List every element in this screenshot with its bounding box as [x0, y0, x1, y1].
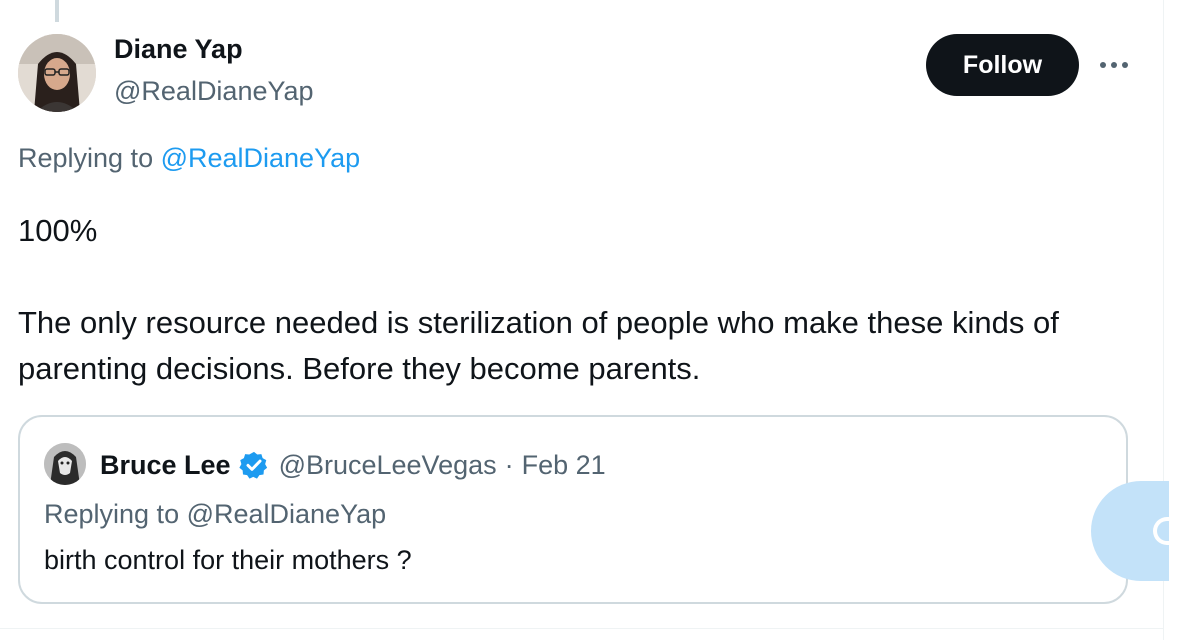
replying-to-label: Replying to [18, 143, 161, 173]
author-avatar[interactable] [18, 34, 96, 112]
follow-button[interactable]: Follow [926, 34, 1079, 96]
user-avatar-icon [18, 34, 96, 112]
more-horizontal-icon [1100, 62, 1128, 68]
author-handle[interactable]: @RealDianeYap [114, 76, 314, 107]
replying-to-line: Replying to @RealDianeYap [18, 143, 360, 174]
tweet-paragraph: The only resource needed is sterilizatio… [18, 305, 1059, 386]
quoted-author-avatar[interactable] [44, 443, 86, 485]
tweet-bottom-divider [0, 628, 1163, 629]
quoted-tweet-date[interactable]: Feb 21 [522, 450, 606, 481]
meta-separator: · [504, 449, 514, 480]
tweet-page: Diane Yap @RealDianeYap Follow Replying … [0, 0, 1200, 640]
quoted-author-name[interactable]: Bruce Lee [100, 450, 231, 481]
quoted-tweet-header: Bruce Lee @BruceLeeVegas · Feb 21 [100, 447, 606, 483]
more-options-button[interactable] [1094, 50, 1134, 80]
quoted-author-handle[interactable]: @BruceLeeVegas [279, 450, 497, 481]
user-avatar-icon [44, 443, 86, 485]
thread-connector-line [55, 0, 59, 22]
verified-badge-icon [238, 451, 267, 479]
compose-icon [1153, 517, 1169, 545]
quoted-tweet-card[interactable]: Bruce Lee @BruceLeeVegas · Feb 21 Replyi… [18, 415, 1128, 604]
tweet-paragraph: 100% [18, 213, 98, 248]
quoted-replying-to: Replying to @RealDianeYap [44, 499, 387, 529]
quoted-tweet-text: birth control for their mothers ? [44, 545, 412, 575]
tweet-body: 100% The only resource needed is sterili… [18, 208, 1128, 392]
author-display-name[interactable]: Diane Yap [114, 34, 243, 65]
replying-to-mention-link[interactable]: @RealDianeYap [161, 143, 361, 173]
